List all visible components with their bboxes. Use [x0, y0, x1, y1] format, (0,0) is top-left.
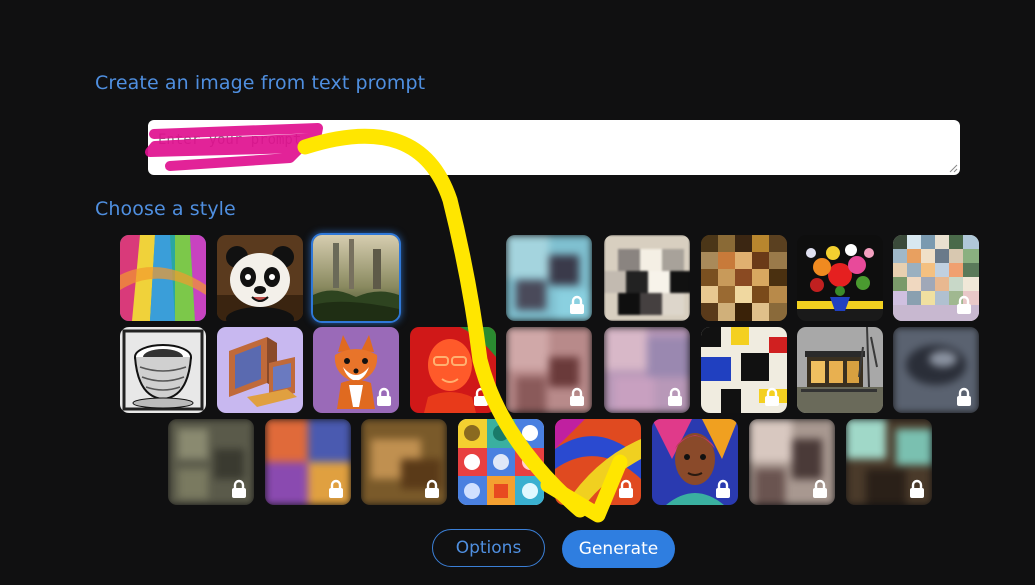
- style-tile-fantasy-landscape[interactable]: [313, 235, 399, 321]
- isometric-computer-image: [217, 327, 303, 413]
- lock-icon: [619, 479, 633, 498]
- lock-icon: [957, 387, 971, 406]
- style-tile-locked[interactable]: [265, 419, 351, 505]
- style-tile-flowers[interactable]: [797, 235, 883, 321]
- style-tile-modern-house[interactable]: [797, 327, 883, 413]
- lock-icon: [425, 479, 439, 498]
- abstract-paint-image: [120, 235, 206, 321]
- style-tile-abstract-paint[interactable]: [120, 235, 206, 321]
- panda-image: [217, 235, 303, 321]
- style-tile-sketch-cup[interactable]: [120, 327, 206, 413]
- style-tile-colorful-portrait[interactable]: [652, 419, 738, 505]
- lock-icon: [474, 387, 488, 406]
- prompt-input[interactable]: [148, 120, 960, 175]
- lock-icon: [813, 479, 827, 498]
- style-tile-locked[interactable]: [604, 327, 690, 413]
- style-tile-locked[interactable]: [701, 235, 787, 321]
- lock-icon: [668, 387, 682, 406]
- flowers-image: [797, 235, 883, 321]
- style-tile-locked[interactable]: [361, 419, 447, 505]
- icon-grid-image: [458, 419, 544, 505]
- style-tile-locked[interactable]: [893, 327, 979, 413]
- lock-icon: [716, 479, 730, 498]
- style-tile-locked[interactable]: [555, 419, 641, 505]
- options-button[interactable]: Options: [432, 529, 545, 567]
- style-tile-icon-grid[interactable]: [458, 419, 544, 505]
- lock-icon: [910, 479, 924, 498]
- lock-icon: [570, 295, 584, 314]
- sketch-cup-image: [120, 327, 206, 413]
- resize-handle-icon[interactable]: [949, 164, 958, 173]
- style-tile-locked[interactable]: [604, 235, 690, 321]
- style-tile-locked[interactable]: [846, 419, 932, 505]
- style-tile-panda[interactable]: [217, 235, 303, 321]
- pixelated-preview-image: [604, 235, 690, 321]
- choose-style-heading: Choose a style: [95, 198, 236, 220]
- style-tile-locked[interactable]: [506, 327, 592, 413]
- pixelated-preview-image: [701, 235, 787, 321]
- lock-icon: [765, 387, 779, 406]
- style-tile-mondrian[interactable]: [701, 327, 787, 413]
- lock-icon: [570, 387, 584, 406]
- fantasy-landscape-image: [313, 235, 399, 321]
- create-image-heading: Create an image from text prompt: [95, 72, 426, 94]
- lock-icon: [232, 479, 246, 498]
- style-tile-neon-portrait[interactable]: [410, 327, 496, 413]
- style-tile-locked[interactable]: [506, 235, 592, 321]
- style-tile-locked[interactable]: [893, 235, 979, 321]
- modern-house-image: [797, 327, 883, 413]
- style-tile-locked[interactable]: [168, 419, 254, 505]
- lock-icon: [377, 387, 391, 406]
- style-tile-isometric-computer[interactable]: [217, 327, 303, 413]
- style-tile-locked[interactable]: [749, 419, 835, 505]
- lock-icon: [957, 295, 971, 314]
- style-tile-cartoon-fox[interactable]: [313, 327, 399, 413]
- generate-button[interactable]: Generate: [562, 530, 675, 568]
- lock-icon: [329, 479, 343, 498]
